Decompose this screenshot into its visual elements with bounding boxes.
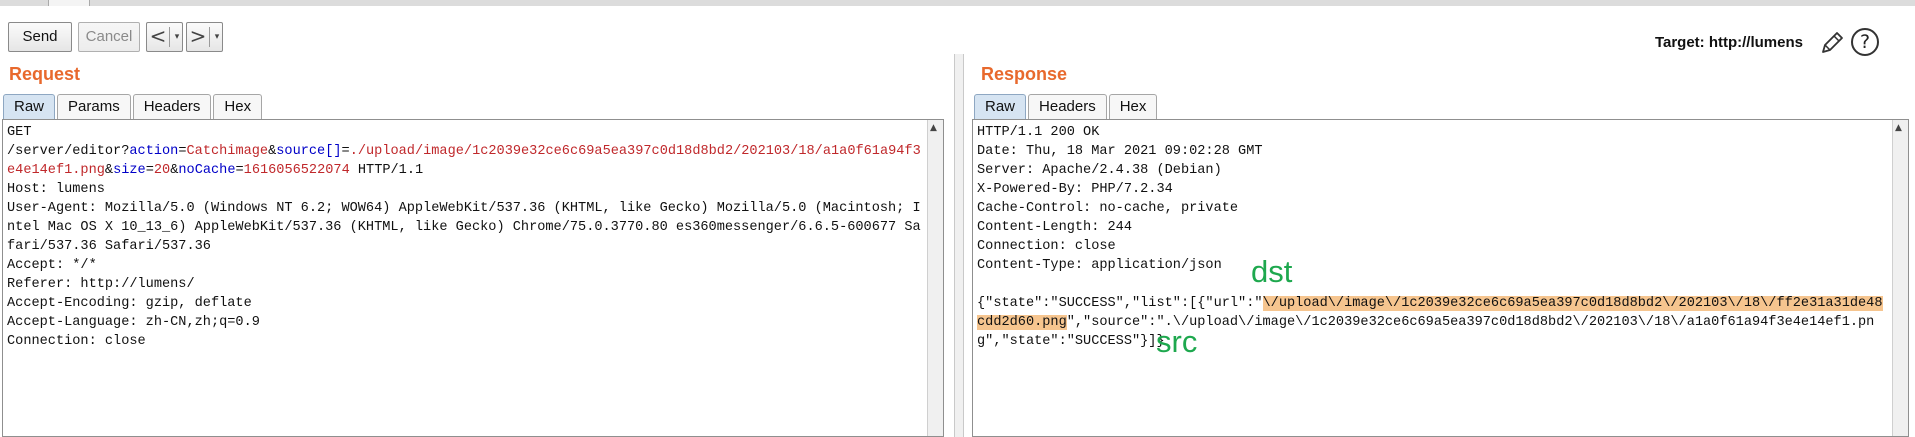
header-line: Connection: close xyxy=(977,239,1116,254)
toolbar: Send Cancel < ▾ > ▾ Target: http://lumen… xyxy=(0,6,1915,58)
request-tab-hex[interactable]: Hex xyxy=(213,94,263,120)
forward-separator xyxy=(209,27,210,47)
request-editor[interactable]: GET /server/editor?action=Catchimage&sou… xyxy=(2,119,944,437)
header-line: Accept: */* xyxy=(7,258,97,273)
header-line: X-Powered-By: PHP/7.2.34 xyxy=(977,182,1173,197)
response-scrollbar[interactable]: ▲ xyxy=(1892,120,1908,436)
header-line: Content-Length: 244 xyxy=(977,220,1132,235)
header-line: HTTP/1.1 200 OK xyxy=(977,125,1100,140)
request-tab-headers[interactable]: Headers xyxy=(132,94,212,120)
header-line: Referer: http://lumens/ xyxy=(7,277,195,292)
header-line: Accept-Language: zh-CN,zh;q=0.9 xyxy=(7,315,260,330)
forward-history-dropdown-icon[interactable]: ▾ xyxy=(211,23,223,51)
response-editor[interactable]: HTTP/1.1 200 OK Date: Thu, 18 Mar 2021 0… xyxy=(972,119,1909,437)
back-arrow-icon: < xyxy=(149,24,167,48)
send-button[interactable]: Send xyxy=(8,22,72,52)
request-path: /server/editor xyxy=(7,144,122,159)
annotation-dst: dst xyxy=(1251,254,1293,289)
annotation-src: src xyxy=(1156,324,1198,359)
response-tab-hex[interactable]: Hex xyxy=(1108,94,1158,120)
forward-arrow-icon: > xyxy=(189,24,207,48)
scroll-up-icon[interactable]: ▲ xyxy=(930,123,937,133)
edit-target-pencil-icon[interactable] xyxy=(1819,30,1845,56)
request-method: GET xyxy=(7,125,32,140)
request-protocol: HTTP/1.1 xyxy=(349,163,424,178)
pane-splitter[interactable] xyxy=(954,54,964,437)
help-icon[interactable]: ? xyxy=(1851,28,1879,56)
header-line: Host: lumens xyxy=(7,182,105,197)
header-line: Connection: close xyxy=(7,334,146,349)
scroll-up-icon[interactable]: ▲ xyxy=(1895,123,1902,133)
request-panel-title: Request xyxy=(9,64,81,84)
request-tab-bar: Raw Params Headers Hex xyxy=(3,94,263,120)
response-text[interactable]: HTTP/1.1 200 OK Date: Thu, 18 Mar 2021 0… xyxy=(977,123,1890,351)
response-body-prefix: {"state":"SUCCESS","list":[{"url":" xyxy=(977,296,1263,311)
back-history-dropdown-icon[interactable]: ▾ xyxy=(171,23,183,51)
param-name: noCache xyxy=(178,163,236,178)
target-label: Target: http://lumens xyxy=(1654,34,1803,51)
response-body-suffix: ","source":".\/upload\/image\/1c2039e32c… xyxy=(977,315,1875,349)
header-line: Server: Apache/2.4.38 (Debian) xyxy=(977,163,1222,178)
request-tab-raw[interactable]: Raw xyxy=(3,94,56,120)
request-scrollbar[interactable]: ▲ xyxy=(927,120,943,436)
response-tab-bar: Raw Headers Hex xyxy=(974,94,1158,120)
param-value: Catchimage xyxy=(186,144,269,159)
param-value: 20 xyxy=(153,163,171,178)
param-value: 1616056522074 xyxy=(243,163,350,178)
header-line: Content-Type: application/json xyxy=(977,258,1222,273)
back-separator xyxy=(169,27,170,47)
param-name: size xyxy=(113,163,146,178)
param-name: action xyxy=(129,144,179,159)
back-button[interactable]: < ▾ xyxy=(146,22,183,52)
response-panel-title: Response xyxy=(981,64,1068,84)
param-name: source[] xyxy=(276,144,342,159)
request-text[interactable]: GET /server/editor?action=Catchimage&sou… xyxy=(7,123,925,351)
forward-button[interactable]: > ▾ xyxy=(186,22,223,52)
header-line: Accept-Encoding: gzip, deflate xyxy=(7,296,252,311)
header-line: User-Agent: Mozilla/5.0 (Windows NT 6.2;… xyxy=(7,201,921,254)
cancel-button[interactable]: Cancel xyxy=(78,22,140,52)
header-line: Cache-Control: no-cache, private xyxy=(977,201,1239,216)
request-tab-params[interactable]: Params xyxy=(57,94,131,120)
header-line: Date: Thu, 18 Mar 2021 09:02:28 GMT xyxy=(977,144,1263,159)
response-tab-headers[interactable]: Headers xyxy=(1028,94,1107,120)
response-tab-raw[interactable]: Raw xyxy=(974,94,1027,120)
